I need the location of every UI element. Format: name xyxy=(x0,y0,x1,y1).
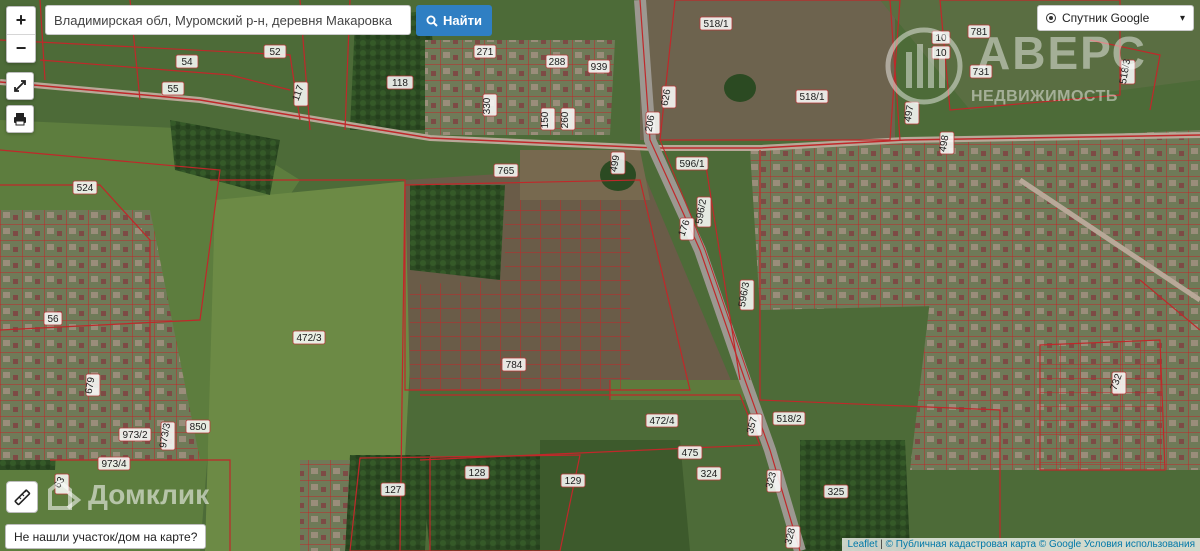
search-button[interactable]: Найти xyxy=(416,5,492,36)
svg-text:524: 524 xyxy=(77,183,94,194)
svg-text:129: 129 xyxy=(565,476,582,487)
svg-text:330: 330 xyxy=(482,97,493,114)
svg-text:475: 475 xyxy=(682,448,699,459)
svg-text:973/2: 973/2 xyxy=(122,430,147,441)
map-attribution: Leaflet | © Публичная кадастровая карта … xyxy=(842,538,1200,551)
terms-link[interactable]: Условия использования xyxy=(1084,539,1195,550)
svg-text:52: 52 xyxy=(269,47,281,58)
svg-text:150: 150 xyxy=(540,111,551,128)
svg-text:765: 765 xyxy=(498,166,515,177)
pkk-link[interactable]: © Публичная кадастровая карта xyxy=(886,539,1036,550)
svg-text:54: 54 xyxy=(181,57,193,68)
svg-text:518/2: 518/2 xyxy=(776,414,801,425)
zoom-control: + − xyxy=(6,6,36,63)
svg-text:850: 850 xyxy=(190,422,207,433)
svg-text:128: 128 xyxy=(469,468,486,479)
leaflet-link[interactable]: Leaflet xyxy=(847,539,877,550)
svg-text:518/1: 518/1 xyxy=(799,92,824,103)
radio-selected-icon xyxy=(1046,13,1056,23)
printer-icon xyxy=(14,113,26,126)
domclick-logo-icon xyxy=(48,480,82,510)
svg-text:56: 56 xyxy=(47,314,59,325)
svg-text:324: 324 xyxy=(701,469,718,480)
satellite-map[interactable]: 54 52 55 118 117 271 288 939 330 150 260… xyxy=(0,0,1200,551)
svg-text:518/1: 518/1 xyxy=(703,19,728,30)
svg-text:260: 260 xyxy=(560,111,571,128)
not-found-plot-button[interactable]: Не нашли участок/дом на карте? xyxy=(5,524,207,549)
fullscreen-icon xyxy=(14,80,26,92)
svg-text:939: 939 xyxy=(591,62,608,73)
map-canvas: 54 52 55 118 117 271 288 939 330 150 260… xyxy=(0,0,1200,551)
svg-text:118: 118 xyxy=(392,78,408,89)
svg-text:784: 784 xyxy=(506,360,523,371)
avers-title: АВЕРС xyxy=(977,27,1147,79)
layer-selector[interactable]: Спутник Google ▾ xyxy=(1037,5,1194,31)
attribution-separator: | xyxy=(877,539,886,550)
svg-text:596/1: 596/1 xyxy=(679,159,704,170)
print-button[interactable] xyxy=(6,105,34,133)
svg-text:288: 288 xyxy=(549,57,566,68)
svg-text:472/4: 472/4 xyxy=(649,416,674,427)
zoom-out-button[interactable]: − xyxy=(7,35,35,62)
zoom-in-button[interactable]: + xyxy=(7,7,35,35)
domclick-label: Домклик xyxy=(88,479,210,510)
chevron-down-icon: ▾ xyxy=(1179,12,1185,24)
layer-selected-label: Спутник Google xyxy=(1062,11,1150,25)
google-link[interactable]: © Google xyxy=(1039,539,1081,550)
svg-text:973/4: 973/4 xyxy=(101,459,126,470)
fullscreen-button[interactable] xyxy=(6,72,34,100)
svg-text:325: 325 xyxy=(828,487,845,498)
avers-subtitle: НЕДВИЖИМОСТЬ xyxy=(971,88,1118,105)
svg-text:55: 55 xyxy=(167,84,179,95)
address-search-input[interactable] xyxy=(45,5,411,35)
search-icon xyxy=(426,15,438,27)
domclick-watermark: Домклик xyxy=(46,479,209,511)
svg-text:271: 271 xyxy=(477,47,494,58)
ruler-icon xyxy=(14,489,31,506)
search-button-label: Найти xyxy=(443,13,482,28)
measure-button[interactable] xyxy=(6,481,38,513)
avers-logo-icon xyxy=(885,27,963,105)
svg-text:472/3: 472/3 xyxy=(296,333,321,344)
svg-text:127: 127 xyxy=(385,485,402,496)
